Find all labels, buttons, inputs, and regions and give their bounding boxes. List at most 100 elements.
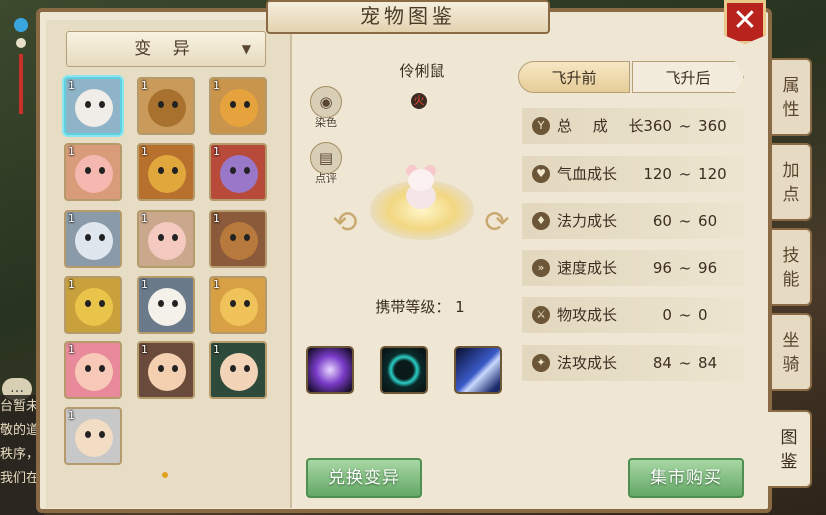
skill-swirl-icon[interactable] — [306, 346, 354, 394]
pet-slot[interactable]: 1 — [64, 210, 122, 268]
pet-model[interactable] — [398, 165, 444, 211]
pet-slot[interactable]: 1 — [137, 77, 195, 135]
pet-level: 1 — [213, 343, 220, 356]
stat-row: » 速度成长 96 ~ 96 — [522, 250, 744, 286]
stat-value: 120 ~ 120 — [643, 165, 727, 183]
pet-level: 1 — [141, 278, 148, 291]
stat-value: 0 ~ 0 — [662, 306, 708, 324]
dye-button[interactable]: ◉ 染色 — [306, 86, 346, 130]
stat-name: 物攻成长 — [557, 306, 618, 324]
market-buy-button[interactable]: 集市购买 — [628, 458, 744, 498]
pet-slot[interactable]: 1 — [137, 276, 195, 334]
stat-icon: ♦ — [532, 212, 550, 230]
pet-slot[interactable]: 1 — [209, 77, 267, 135]
pet-level: 1 — [68, 145, 75, 158]
pet-portrait — [220, 353, 258, 391]
pet-level: 1 — [141, 79, 148, 92]
pet-slot[interactable]: 1 — [209, 341, 267, 399]
side-tab[interactable]: 坐 骑 — [772, 313, 812, 391]
jade-pendant-ornament — [14, 18, 28, 128]
stat-icon: ✦ — [532, 354, 550, 372]
pet-portrait — [148, 155, 186, 193]
pet-level: 1 — [68, 212, 75, 225]
side-tab[interactable]: 技 能 — [772, 228, 812, 306]
stat-name: 气血成长 — [557, 165, 618, 183]
pet-level: 1 — [213, 79, 220, 92]
stat-value: 360 ~ 360 — [643, 117, 727, 135]
pet-level: 1 — [213, 278, 220, 291]
pet-portrait — [75, 222, 113, 260]
pet-portrait — [220, 155, 258, 193]
pet-level: 1 — [68, 278, 75, 291]
pet-level: 1 — [141, 212, 148, 225]
pet-portrait — [75, 89, 113, 127]
stat-row: ⚔ 物攻成长 0 ~ 0 — [522, 297, 744, 333]
stat-icon: Y — [532, 117, 550, 135]
pet-portrait — [148, 89, 186, 127]
pet-portrait — [148, 288, 186, 326]
stat-name: 速度成长 — [557, 259, 618, 277]
rotate-left-icon[interactable]: ⟲ — [330, 208, 360, 238]
pet-portrait — [220, 222, 258, 260]
pet-category-dropdown[interactable]: 变 异 ▼ — [66, 31, 266, 67]
pet-level: 1 — [68, 409, 75, 422]
exchange-variant-button[interactable]: 兑换变异 — [306, 458, 422, 498]
side-tab[interactable]: 加 点 — [772, 143, 812, 221]
pet-slot[interactable]: 1 — [209, 210, 267, 268]
pet-slot[interactable]: 1 — [64, 276, 122, 334]
ascension-tabs: 飞升前 飞升后 — [518, 61, 746, 93]
stat-value: 96 ~ 96 — [652, 259, 718, 277]
stat-row: ♥ 气血成长 120 ~ 120 — [522, 156, 744, 192]
pet-slot[interactable]: 1 — [64, 341, 122, 399]
pet-slot[interactable]: 1 — [64, 407, 122, 465]
stat-row: ♦ 法力成长 60 ~ 60 — [522, 203, 744, 239]
skill-ring-icon[interactable] — [380, 346, 428, 394]
pet-level: 1 — [68, 343, 75, 356]
page-indicator-dot — [162, 472, 168, 478]
side-tab[interactable]: 属 性 — [772, 58, 812, 136]
tab-after-ascension[interactable]: 飞升后 — [632, 61, 744, 93]
pet-slot[interactable]: 1 — [137, 143, 195, 201]
pet-level: 1 — [213, 212, 220, 225]
stat-name: 法力成长 — [557, 212, 618, 230]
stat-value: 60 ~ 60 — [652, 212, 718, 230]
window-title: 宠物图鉴 — [266, 0, 550, 34]
pet-slot[interactable]: 1 — [209, 143, 267, 201]
pet-portrait — [220, 288, 258, 326]
rotate-right-icon[interactable]: ⟳ — [482, 208, 512, 238]
review-button[interactable]: ▤ 点评 — [306, 142, 346, 186]
stat-icon: ♥ — [532, 165, 550, 183]
stat-row: Y总 成 长 360 ~ 360 — [522, 108, 744, 144]
pet-slot[interactable]: 1 — [209, 276, 267, 334]
pet-slot[interactable]: 1 — [137, 210, 195, 268]
dye-label: 染色 — [315, 116, 337, 129]
fire-element-icon: 火 — [411, 93, 427, 109]
review-label: 点评 — [315, 172, 337, 185]
stat-icon: ⚔ — [532, 306, 550, 324]
stat-value: 84 ~ 84 — [652, 354, 718, 372]
stat-icon: » — [532, 259, 550, 277]
side-tab[interactable]: 图 鉴 — [768, 410, 812, 488]
pet-level: 1 — [141, 145, 148, 158]
pet-portrait — [148, 353, 186, 391]
stat-name: 法攻成长 — [557, 354, 618, 372]
pet-level: 1 — [141, 343, 148, 356]
pet-slot[interactable]: 1 — [137, 341, 195, 399]
pet-slot[interactable]: 1 — [64, 77, 122, 135]
chevron-down-icon: ▼ — [241, 42, 251, 56]
pet-slot[interactable]: 1 — [64, 143, 122, 201]
carry-level: 携带等级： 1 — [375, 298, 465, 316]
pet-portrait — [148, 222, 186, 260]
stat-row: ✦ 法攻成长 84 ~ 84 — [522, 345, 744, 381]
skill-claw-icon[interactable] — [454, 346, 502, 394]
pet-portrait — [75, 155, 113, 193]
dropdown-selected-value: 变 异 — [134, 39, 198, 59]
pet-portrait — [220, 89, 258, 127]
tab-before-ascension[interactable]: 飞升前 — [518, 61, 630, 93]
pet-level: 1 — [213, 145, 220, 158]
pet-portrait — [75, 288, 113, 326]
pet-name: 伶俐鼠 — [399, 62, 445, 80]
pet-portrait — [75, 419, 113, 457]
close-button[interactable]: ✕ — [724, 0, 766, 44]
pet-level: 1 — [68, 79, 75, 92]
